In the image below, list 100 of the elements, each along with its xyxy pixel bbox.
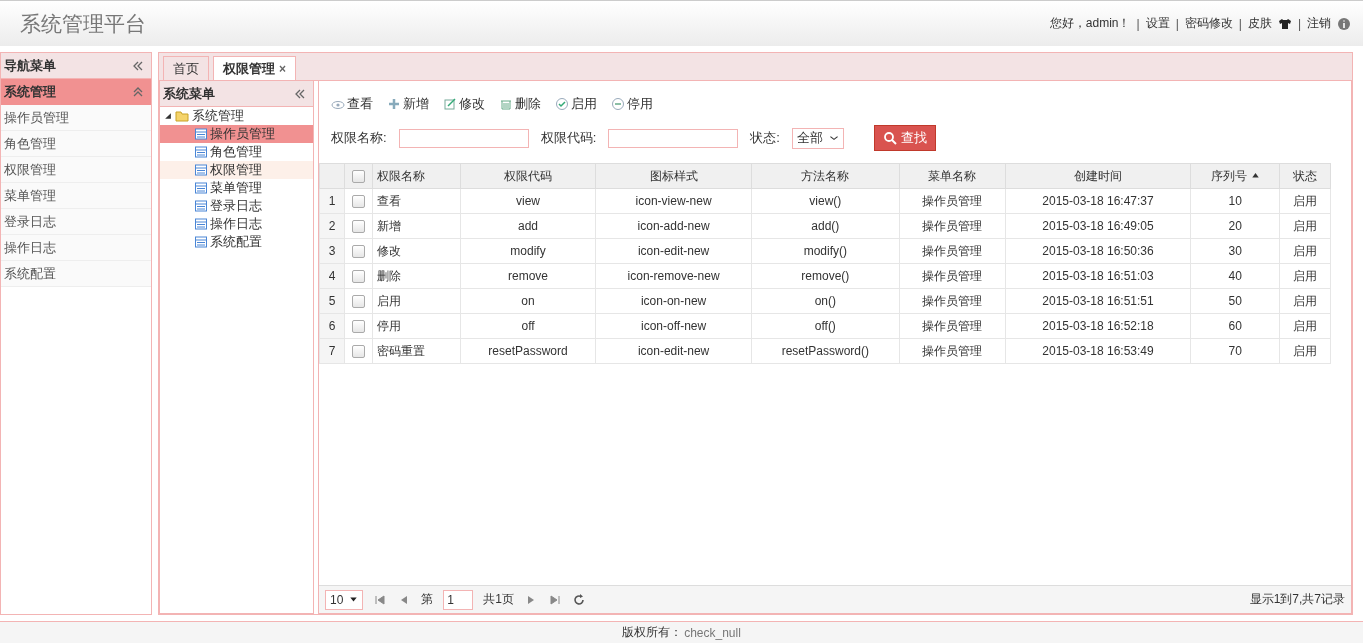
checkbox[interactable] — [352, 170, 365, 184]
checkbox[interactable] — [352, 220, 365, 234]
table-cell: 启用 — [1279, 338, 1331, 364]
toolbar-button[interactable]: 修改 — [443, 95, 485, 113]
tree-node[interactable]: 操作员管理 — [160, 125, 313, 143]
search-button[interactable]: 查找 — [873, 125, 936, 151]
table-cell: off() — [751, 313, 900, 339]
checkbox[interactable] — [352, 345, 365, 359]
checkbox[interactable] — [352, 295, 365, 309]
separator: | — [1238, 16, 1242, 31]
input-field[interactable] — [608, 128, 739, 148]
tree-label: 系统配置 — [210, 233, 262, 251]
search-icon — [882, 131, 897, 145]
table-cell: resetPassword — [460, 338, 596, 364]
refresh-icon[interactable] — [572, 592, 587, 607]
nav-item[interactable]: 操作员管理 — [1, 105, 151, 131]
tree-node[interactable]: 系统管理 — [160, 107, 313, 125]
nav-item[interactable]: 角色管理 — [1, 131, 151, 157]
table-cell: 操作员管理 — [899, 313, 1006, 339]
expand-icon[interactable] — [164, 112, 172, 120]
nav-item[interactable]: 登录日志 — [1, 209, 151, 235]
column-header[interactable]: 序列号 — [1190, 163, 1280, 189]
nav-item[interactable]: 菜单管理 — [1, 183, 151, 209]
panel-title: 系统菜单 — [163, 84, 215, 103]
column-header[interactable]: 图标样式 — [595, 163, 752, 189]
column-header[interactable]: 权限代码 — [460, 163, 596, 189]
app-title: 系统管理平台 — [20, 10, 146, 37]
table-cell: 60 — [1190, 313, 1280, 339]
column-header[interactable]: 权限名称 — [372, 163, 461, 189]
table-cell: 2015-03-18 16:49:05 — [1005, 213, 1191, 239]
table-cell: icon-off-new — [595, 313, 752, 339]
toolbar-button[interactable]: 新增 — [387, 95, 429, 113]
nav-group-header[interactable]: 系统管理 — [1, 79, 151, 105]
tree-node[interactable]: 权限管理 — [160, 161, 313, 179]
header-link[interactable]: 皮肤 — [1247, 15, 1272, 32]
column-header[interactable]: 菜单名称 — [899, 163, 1006, 189]
table-cell: 70 — [1190, 338, 1280, 364]
tree-node[interactable]: 角色管理 — [160, 143, 313, 161]
nav-item[interactable]: 系统配置 — [1, 261, 151, 287]
collapse-icon[interactable] — [131, 85, 145, 99]
checkbox[interactable] — [352, 320, 365, 334]
table-cell: 操作员管理 — [899, 288, 1006, 314]
table-cell: 启用 — [1279, 188, 1331, 214]
row-number: 1 — [319, 188, 345, 214]
check-icon — [555, 97, 569, 111]
table-cell: 30 — [1190, 238, 1280, 264]
nav-item[interactable]: 权限管理 — [1, 157, 151, 183]
table-cell: icon-edit-new — [595, 238, 752, 264]
tab[interactable]: 首页 — [163, 56, 209, 80]
last-page-icon[interactable] — [548, 592, 563, 607]
table-cell: off — [460, 313, 596, 339]
table-cell: icon-add-new — [595, 213, 752, 239]
table-cell: 修改 — [372, 238, 461, 264]
column-header[interactable]: 创建时间 — [1005, 163, 1191, 189]
close-icon[interactable]: × — [279, 61, 286, 76]
page-field[interactable]: 1 — [443, 589, 474, 610]
shirt-icon — [1277, 16, 1292, 31]
table-cell: remove — [460, 263, 596, 289]
toolbar-button[interactable]: 查看 — [331, 95, 373, 113]
table-cell: icon-on-new — [595, 288, 752, 314]
input-field[interactable] — [398, 128, 529, 148]
checkbox[interactable] — [352, 245, 365, 259]
status-select[interactable]: 全部 — [791, 127, 844, 149]
table-icon — [194, 181, 208, 195]
tab[interactable]: 权限管理 × — [213, 56, 296, 80]
pager-label: 第 — [421, 591, 434, 608]
toolbar-button[interactable]: 删除 — [499, 95, 541, 113]
tree-label: 操作员管理 — [210, 125, 275, 143]
plus-icon — [387, 97, 401, 111]
tree-node[interactable]: 菜单管理 — [160, 179, 313, 197]
table-cell: 2015-03-18 16:52:18 — [1005, 313, 1191, 339]
nav-item[interactable]: 操作日志 — [1, 235, 151, 261]
column-header[interactable]: 方法名称 — [751, 163, 900, 189]
table-cell: modify() — [751, 238, 900, 264]
toolbar-button[interactable]: 启用 — [555, 95, 597, 113]
tree-node[interactable]: 操作日志 — [160, 215, 313, 233]
table-cell: 查看 — [372, 188, 461, 214]
table-cell: 2015-03-18 16:51:51 — [1005, 288, 1191, 314]
tree-node[interactable]: 登录日志 — [160, 197, 313, 215]
footer-value: check_null — [684, 625, 741, 640]
separator: | — [1136, 16, 1140, 31]
header-link[interactable]: 注销 — [1307, 15, 1331, 32]
table-icon — [194, 217, 208, 231]
tree-label: 角色管理 — [210, 143, 262, 161]
header-link[interactable]: 密码修改 — [1184, 15, 1233, 32]
tree-node[interactable]: 系统配置 — [160, 233, 313, 251]
toolbar-button[interactable]: 停用 — [611, 95, 653, 113]
table-cell: icon-edit-new — [595, 338, 752, 364]
checkbox[interactable] — [352, 270, 365, 284]
header-link[interactable]: 设置 — [1145, 15, 1170, 32]
tree-label: 菜单管理 — [210, 179, 262, 197]
row-number: 6 — [319, 313, 345, 339]
table-cell: 操作员管理 — [899, 238, 1006, 264]
checkbox[interactable] — [352, 195, 365, 209]
first-page-icon[interactable] — [373, 592, 388, 607]
row-number: 3 — [319, 238, 345, 264]
table-cell: 密码重置 — [372, 338, 461, 364]
column-header[interactable]: 状态 — [1279, 163, 1331, 189]
page-size-select[interactable]: 10 — [325, 589, 364, 610]
footer-label: 版权所有： — [622, 624, 683, 641]
